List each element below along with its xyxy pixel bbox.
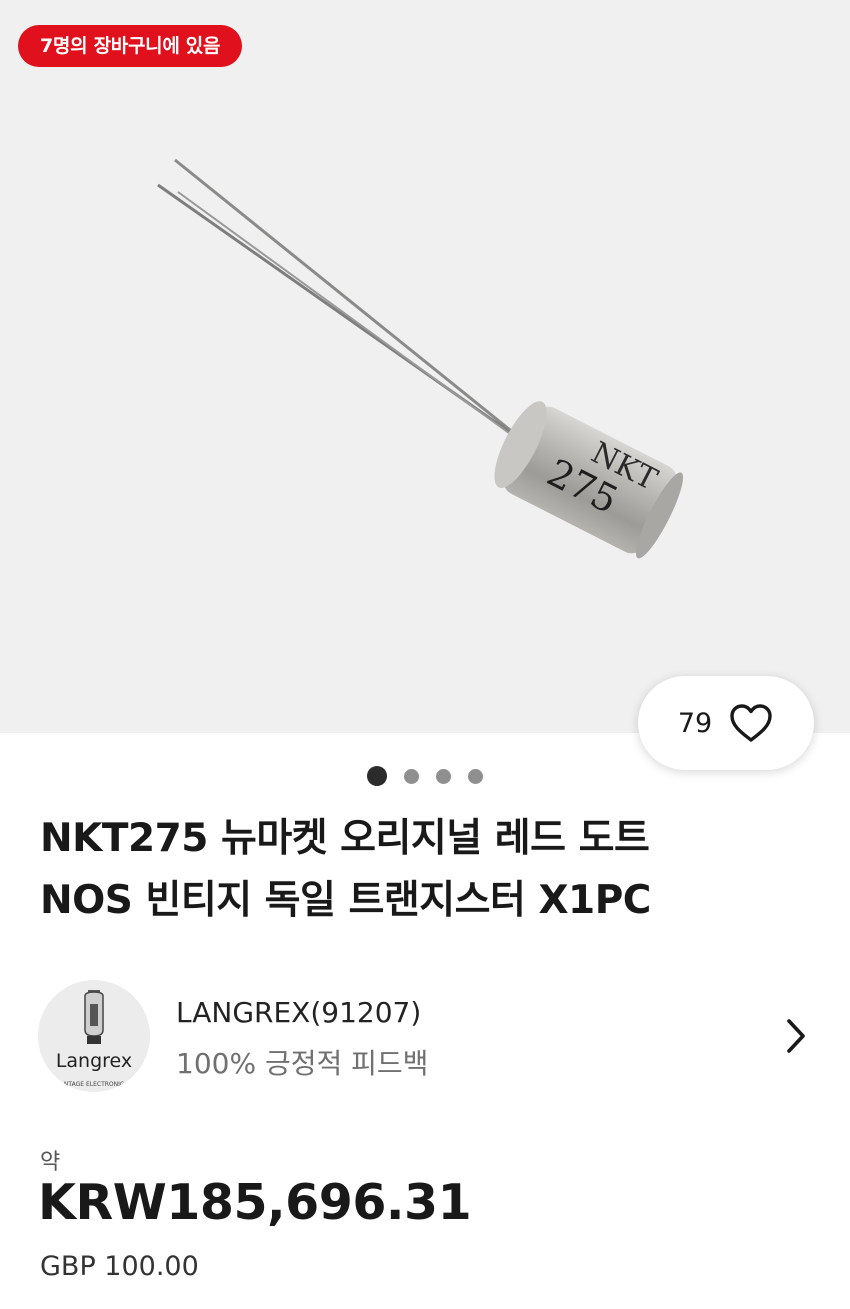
- seller-name: LANGREX(91207): [176, 996, 422, 1029]
- price-converted: KRW185,696.31: [38, 1174, 472, 1231]
- cart-count-badge: 7명의 장바구니에 있음: [18, 25, 243, 67]
- chevron-right-icon: [787, 1019, 805, 1053]
- carousel-dot-1[interactable]: [367, 766, 387, 786]
- product-title-line2: NOS 빈티지 독일 트랜지스터 X1PC: [40, 878, 651, 923]
- carousel-pagination: [0, 766, 850, 786]
- avatar-subtext: NTAGE ELECTRONIC: [64, 1081, 124, 1088]
- product-title: NKT275 뉴마켓 오리지널 레드 도트 NOS 빈티지 독일 트랜지스터 X…: [40, 808, 820, 932]
- carousel-dot-3[interactable]: [436, 768, 451, 784]
- product-title-line1: NKT275 뉴마켓 오리지널 레드 도트: [40, 816, 650, 861]
- transistor-photo: NKT 275: [157, 158, 684, 559]
- avatar-logo-text: Langrex: [55, 1050, 133, 1072]
- like-count: 79: [677, 707, 713, 739]
- seller-feedback: 100% 긍정적 피드백: [176, 1047, 429, 1080]
- vacuum-tube-logo: NTAGE ELECTRONIC: [64, 990, 124, 1088]
- seller-info-row[interactable]: NTAGE ELECTRONIC Langrex LANGREX(91207) …: [0, 976, 850, 1096]
- heart-icon: [730, 704, 772, 742]
- product-image-carousel[interactable]: NKT 275 7명의 장바구니에 있음: [0, 0, 850, 733]
- carousel-dot-2[interactable]: [404, 768, 419, 784]
- watchlist-button[interactable]: 79: [638, 676, 814, 770]
- price-approx-label: 약: [40, 1150, 61, 1175]
- price-original: GBP 100.00: [40, 1251, 199, 1282]
- carousel-dot-4[interactable]: [468, 768, 483, 784]
- seller-avatar: NTAGE ELECTRONIC Langrex: [38, 980, 150, 1092]
